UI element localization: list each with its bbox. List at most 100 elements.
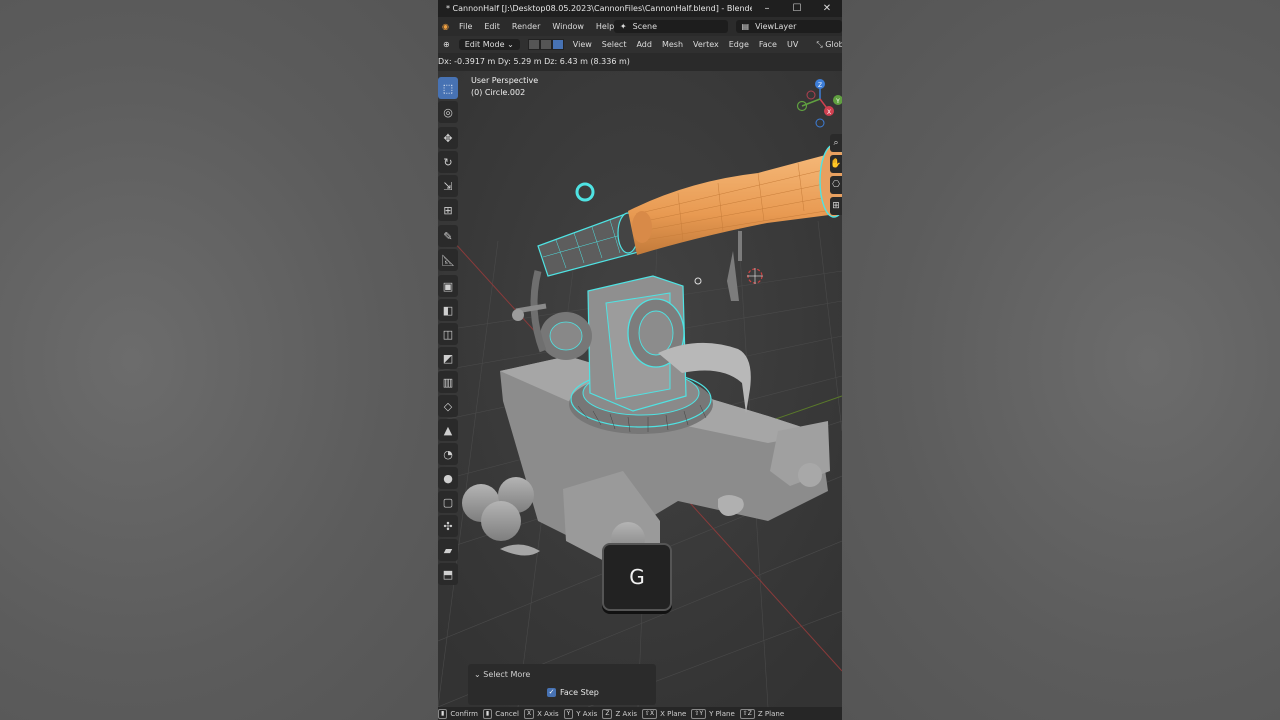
- orientation-selector[interactable]: ⤡ Glob: [811, 40, 842, 50]
- status-z-axis-label: Z Axis: [615, 709, 637, 718]
- select-mode-group: [527, 39, 564, 50]
- operator-title: Select More: [483, 670, 531, 679]
- operator-panel-header[interactable]: ⌄ Select More: [474, 670, 530, 679]
- inset-icon[interactable]: ◫: [438, 323, 458, 345]
- select-box-icon[interactable]: ⬚: [438, 77, 458, 99]
- add-cube-icon[interactable]: ▣: [438, 275, 458, 297]
- editor-type-icon[interactable]: ⊕: [438, 40, 455, 49]
- key-y: Y: [563, 708, 574, 719]
- status-y-axis: YY Axis: [563, 708, 603, 719]
- mouse-left-icon: ▮: [438, 708, 448, 719]
- status-x-plane-label: X Plane: [660, 709, 687, 718]
- poly-build-icon[interactable]: ▲: [438, 419, 458, 441]
- header-menu-vertex[interactable]: Vertex: [688, 40, 724, 49]
- key-z: Z: [602, 708, 613, 719]
- blender-window: * CannonHalf [J:\Desktop08.05.2023\Canno…: [438, 0, 842, 720]
- status-bar: ▮ Confirm ▮ Cancel XX Axis YY Axis ZZ Axis…: [438, 707, 842, 720]
- menu-window[interactable]: Window: [546, 22, 590, 31]
- key-x: X: [523, 708, 535, 719]
- view-name-label: User Perspective: [471, 76, 539, 85]
- camera-icon[interactable]: ⎔: [830, 176, 842, 194]
- tool-shelf: ⬚ ◎ ✥ ↻ ⇲ ⊞ ✎ 📐︎ ▣ ◧ ◫ ◩ ▥ ◇ ▲ ◔ ● ▢ ✣ ▰…: [438, 77, 458, 587]
- status-x-axis-label: X Axis: [537, 709, 559, 718]
- extrude-icon[interactable]: ◧: [438, 299, 458, 321]
- rip-icon[interactable]: ⬒: [438, 563, 458, 585]
- move-icon[interactable]: ✥: [438, 127, 458, 149]
- menu-edit[interactable]: Edit: [478, 22, 506, 31]
- top-menubar: ◉ File Edit Render Window Help ✦ Scene ▤…: [438, 17, 842, 36]
- header-menu-view[interactable]: View: [568, 40, 597, 49]
- mode-selector[interactable]: Edit Mode ⌄: [458, 39, 520, 50]
- view-layer-name: ViewLayer: [755, 22, 797, 31]
- object-name-label: (0) Circle.002: [471, 88, 526, 97]
- title-bar: * CannonHalf [J:\Desktop08.05.2023\Canno…: [438, 0, 842, 17]
- status-y-plane: ⇧Y Y Plane: [691, 708, 739, 719]
- viewport-scene: Z X Y: [438, 71, 842, 707]
- knife-icon[interactable]: ◇: [438, 395, 458, 417]
- scene-icon: ✦: [619, 22, 627, 31]
- smooth-icon[interactable]: ●: [438, 467, 458, 489]
- gizmo-z-label: Z: [818, 82, 822, 89]
- header-menu-add[interactable]: Add: [631, 40, 657, 49]
- window-title: * CannonHalf [J:\Desktop08.05.2023\Canno…: [446, 4, 752, 13]
- chevron-down-icon: ⌄: [507, 40, 514, 49]
- header-menu-face[interactable]: Face: [754, 40, 782, 49]
- bevel-icon[interactable]: ◩: [438, 347, 458, 369]
- status-x-plane: ⇧X X Plane: [641, 708, 691, 719]
- zoom-icon[interactable]: ⌕: [830, 134, 842, 152]
- slide-icon[interactable]: ▢: [438, 491, 458, 513]
- key-label: G: [629, 565, 645, 589]
- scene-name: Scene: [632, 22, 657, 31]
- mouse-right-icon: ▮: [482, 708, 493, 719]
- pan-hand-icon[interactable]: ✋: [830, 155, 842, 173]
- grid-view-icon[interactable]: ⊞: [830, 197, 842, 215]
- key-shift-x: ⇧X: [641, 708, 658, 719]
- header-menu-select[interactable]: Select: [597, 40, 632, 49]
- header-menu-mesh[interactable]: Mesh: [657, 40, 688, 49]
- annotate-icon[interactable]: ✎: [438, 225, 458, 247]
- loop-cut-icon[interactable]: ▥: [438, 371, 458, 393]
- header-menu-uv[interactable]: UV: [782, 40, 803, 49]
- key-shift-y: ⇧Y: [691, 708, 707, 719]
- operator-panel[interactable]: ⌄ Select More ✓ Face Step: [468, 664, 656, 705]
- status-cancel-label: Cancel: [495, 709, 519, 718]
- key-shift-z: ⇧Z: [739, 708, 755, 719]
- blender-logo-icon[interactable]: ◉: [438, 22, 453, 31]
- keypress-overlay: G: [602, 543, 672, 611]
- status-y-plane-label: Y Plane: [709, 709, 735, 718]
- menu-render[interactable]: Render: [506, 22, 546, 31]
- background-left: [0, 0, 438, 720]
- viewport-header: ⊕ Edit Mode ⌄ View Select Add Mesh Verte…: [438, 36, 842, 53]
- face-select-icon[interactable]: [551, 39, 564, 50]
- gizmo-y-label: Y: [835, 98, 840, 105]
- rotate-icon[interactable]: ↻: [438, 151, 458, 173]
- background-right: [842, 0, 1280, 720]
- close-button[interactable]: ✕: [812, 3, 842, 14]
- vertex-select-icon[interactable]: [527, 39, 540, 50]
- mode-label: Edit Mode: [464, 40, 505, 49]
- cursor-icon[interactable]: ◎: [438, 101, 458, 123]
- status-z-axis: ZZ Axis: [602, 708, 642, 719]
- shrink-icon[interactable]: ✣: [438, 515, 458, 537]
- edge-select-icon[interactable]: [539, 39, 552, 50]
- gizmo-x-label: X: [827, 109, 831, 116]
- face-step-option[interactable]: ✓ Face Step: [547, 688, 599, 697]
- scene-selector[interactable]: ✦ Scene: [613, 20, 728, 33]
- shear-icon[interactable]: ▰: [438, 539, 458, 561]
- checkbox-checked-icon[interactable]: ✓: [547, 688, 556, 697]
- menu-file[interactable]: File: [453, 22, 478, 31]
- maximize-button[interactable]: ☐: [782, 3, 812, 14]
- view-layer-selector[interactable]: ▤ ViewLayer: [735, 20, 842, 33]
- minimize-button[interactable]: –: [752, 3, 782, 14]
- status-x-axis: XX Axis: [523, 708, 564, 719]
- header-menu-edge[interactable]: Edge: [724, 40, 754, 49]
- transform-icon[interactable]: ⊞: [438, 199, 458, 221]
- 3d-viewport[interactable]: Z X Y User Perspective (0) Circle.002 ⬚ …: [438, 71, 842, 707]
- measure-icon[interactable]: 📐︎: [438, 249, 458, 271]
- status-z-plane: ⇧Z Z Plane: [739, 708, 789, 719]
- scale-icon[interactable]: ⇲: [438, 175, 458, 197]
- status-y-axis-label: Y Axis: [576, 709, 598, 718]
- navigation-controls: ⌕ ✋ ⎔ ⊞: [830, 134, 842, 218]
- spin-icon[interactable]: ◔: [438, 443, 458, 465]
- menu-help[interactable]: Help: [590, 22, 614, 31]
